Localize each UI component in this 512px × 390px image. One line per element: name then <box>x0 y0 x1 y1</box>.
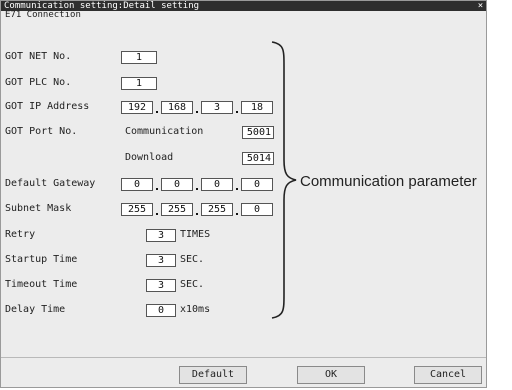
got-port-no-label: GOT Port No. <box>5 126 78 137</box>
gateway-octet-2-input[interactable]: 0 <box>161 178 193 191</box>
subnet-octet-3-input[interactable]: 255 <box>201 203 233 216</box>
got-ip-address-label: GOT IP Address <box>5 101 90 112</box>
detail-setting-dialog: Communication setting:Detail setting × E… <box>0 0 487 388</box>
curly-brace-icon <box>271 41 297 319</box>
ip-separator-dot <box>236 111 238 113</box>
gateway-octet-1-input[interactable]: 0 <box>121 178 153 191</box>
ip-separator-dot <box>156 111 158 113</box>
default-gateway-label: Default Gateway <box>5 178 96 189</box>
download-port-label: Download <box>125 152 174 163</box>
subnet-mask-label: Subnet Mask <box>5 203 72 214</box>
startup-time-unit: SEC. <box>180 254 205 265</box>
got-net-no-input[interactable]: 1 <box>121 51 157 64</box>
timeout-time-input[interactable]: 3 <box>146 279 176 292</box>
connection-subtitle: E71 Connection <box>5 10 81 20</box>
retry-unit: TIMES <box>180 229 211 240</box>
ip-separator-dot <box>236 213 238 215</box>
cancel-button[interactable]: Cancel <box>414 366 482 384</box>
ip-separator-dot <box>156 213 158 215</box>
default-button[interactable]: Default <box>179 366 247 384</box>
ip-separator-dot <box>196 213 198 215</box>
subnet-octet-4-input[interactable]: 0 <box>241 203 273 216</box>
subnet-octet-1-input[interactable]: 255 <box>121 203 153 216</box>
delay-time-unit: x10ms <box>180 304 211 315</box>
communication-parameter-annotation: Communication parameter <box>300 173 477 190</box>
got-plc-no-input[interactable]: 1 <box>121 77 157 90</box>
got-plc-no-label: GOT PLC No. <box>5 77 72 88</box>
ok-button[interactable]: OK <box>297 366 365 384</box>
delay-time-input[interactable]: 0 <box>146 304 176 317</box>
startup-time-label: Startup Time <box>5 254 78 265</box>
got-ip-octet-2-input[interactable]: 168 <box>161 101 193 114</box>
gateway-octet-4-input[interactable]: 0 <box>241 178 273 191</box>
got-ip-octet-3-input[interactable]: 3 <box>201 101 233 114</box>
ip-separator-dot <box>156 188 158 190</box>
retry-label: Retry <box>5 229 36 240</box>
startup-time-input[interactable]: 3 <box>146 254 176 267</box>
subnet-octet-2-input[interactable]: 255 <box>161 203 193 216</box>
delay-time-label: Delay Time <box>5 304 66 315</box>
timeout-time-label: Timeout Time <box>5 279 78 290</box>
timeout-time-unit: SEC. <box>180 279 205 290</box>
close-icon[interactable]: × <box>476 1 485 11</box>
button-area-divider <box>1 357 486 358</box>
got-net-no-label: GOT NET No. <box>5 51 72 62</box>
retry-input[interactable]: 3 <box>146 229 176 242</box>
gateway-octet-3-input[interactable]: 0 <box>201 178 233 191</box>
ip-separator-dot <box>236 188 238 190</box>
communication-port-label: Communication <box>125 126 204 137</box>
got-ip-octet-4-input[interactable]: 18 <box>241 101 273 114</box>
ip-separator-dot <box>196 111 198 113</box>
ip-separator-dot <box>196 188 198 190</box>
got-ip-octet-1-input[interactable]: 192 <box>121 101 153 114</box>
